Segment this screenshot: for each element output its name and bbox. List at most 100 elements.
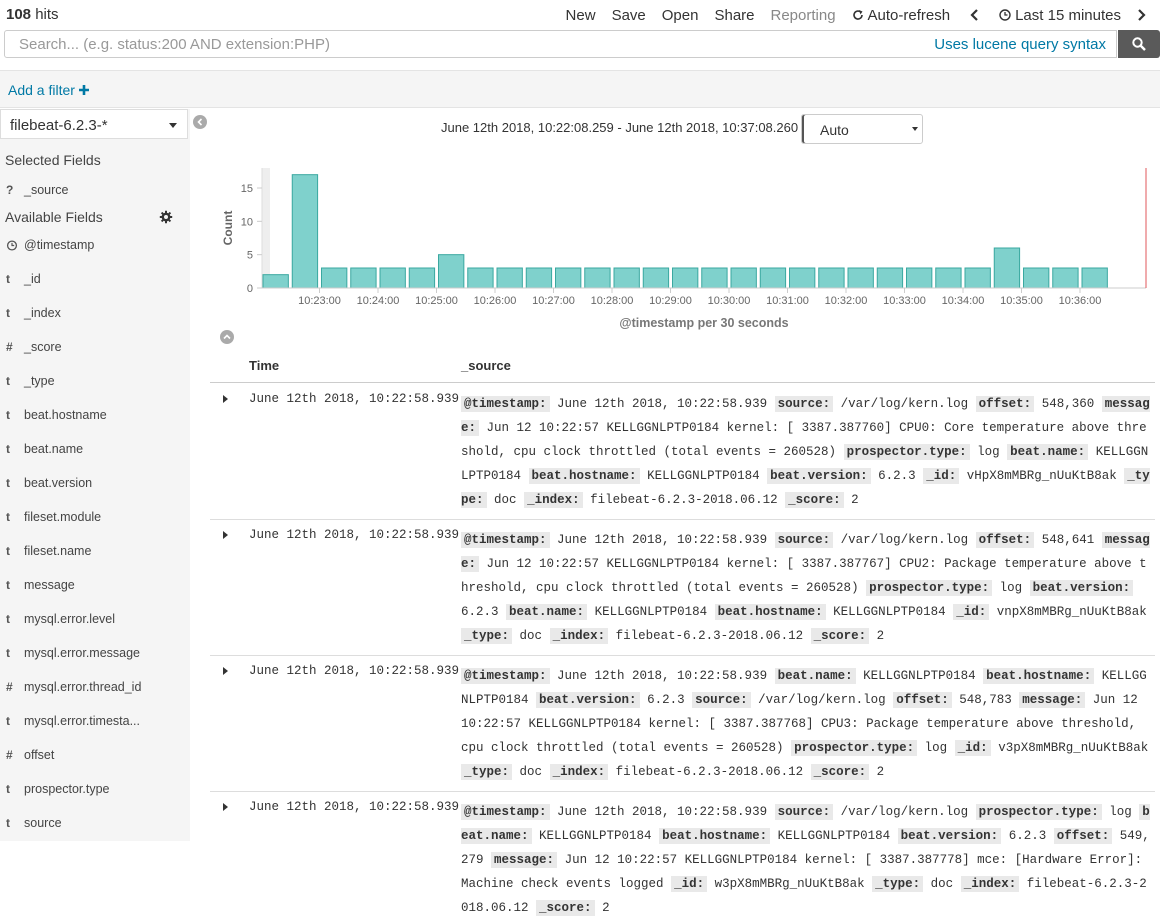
search-input[interactable]: [17, 35, 901, 54]
lucene-syntax-link[interactable]: Uses lucene query syntax: [934, 36, 1106, 53]
field-item[interactable]: t mysql.error.message: [0, 642, 190, 666]
source-field-key: offset:: [893, 692, 952, 708]
time-picker-label: Last 15 minutes: [1015, 6, 1121, 24]
y-tick-label: 15: [241, 183, 253, 195]
field-item[interactable]: t _type: [0, 370, 190, 394]
selected-fields-title: Selected Fields: [5, 152, 101, 168]
source-field-value: 2: [876, 765, 885, 779]
expand-row-icon[interactable]: [223, 803, 228, 811]
source-field-value: vnpX8mMBRg_nUuKtB8ak: [996, 605, 1147, 619]
field-item[interactable]: t beat.name: [0, 438, 190, 462]
source-field-key: _type:: [872, 876, 924, 892]
reporting-button[interactable]: Reporting: [763, 7, 844, 24]
field-type-icon: t: [6, 578, 10, 592]
collapse-chart-button[interactable]: [220, 330, 234, 344]
field-item[interactable]: # _score: [0, 336, 190, 360]
index-pattern-select[interactable]: filebeat-6.2.3-*: [0, 109, 188, 139]
field-item[interactable]: t fileset.module: [0, 506, 190, 530]
time-back-button[interactable]: [958, 9, 991, 21]
search-button[interactable]: [1118, 30, 1160, 58]
source-field-key: @timestamp:: [461, 804, 550, 820]
source-field-key: offset:: [1053, 828, 1113, 844]
collapse-sidebar-button[interactable]: [193, 115, 207, 129]
time-forward-button[interactable]: [1129, 9, 1160, 21]
index-pattern-value: filebeat-6.2.3-*: [10, 117, 108, 134]
new-button[interactable]: New: [558, 7, 604, 24]
histogram-bar: [818, 267, 845, 289]
source-field-key: message:: [1019, 692, 1086, 708]
histogram-bar: [876, 267, 904, 289]
field-item-source[interactable]: ? _source: [0, 179, 190, 203]
gear-icon[interactable]: [159, 210, 173, 224]
source-field-key: source:: [692, 692, 751, 708]
field-item[interactable]: t mysql.error.timesta...: [0, 710, 190, 734]
x-tick-label: 10:28:00: [591, 295, 634, 307]
histogram-bar: [467, 267, 494, 289]
open-button[interactable]: Open: [654, 7, 707, 24]
auto-refresh-button[interactable]: Auto-refresh: [844, 7, 959, 24]
field-name: fileset.module: [24, 510, 102, 524]
field-item[interactable]: # mysql.error.thread_id: [0, 676, 190, 700]
field-item[interactable]: # offset: [0, 744, 190, 768]
expand-row-icon[interactable]: [223, 531, 228, 539]
field-type-icon: t: [6, 408, 10, 422]
x-tick-label: 10:30:00: [708, 295, 751, 307]
field-type-icon: t: [6, 544, 10, 558]
field-item[interactable]: @timestamp: [0, 234, 190, 258]
field-name: message: [24, 578, 75, 592]
field-type-icon: ?: [6, 183, 14, 197]
histogram-bar: [321, 267, 348, 289]
source-field-value: vHpX8mMBRg_nUuKtB8ak: [966, 469, 1117, 483]
source-field-key: offset:: [975, 532, 1035, 548]
x-tick-label: 10:36:00: [1059, 295, 1102, 307]
clock-icon: [6, 240, 18, 251]
source-field-key: _index:: [549, 764, 609, 780]
source-field-value: June 12th 2018, 10:22:58.939: [557, 533, 768, 547]
source-field-key: @timestamp:: [461, 396, 550, 412]
field-item[interactable]: t fileset.name: [0, 540, 190, 564]
chevron-left-icon: [197, 118, 203, 126]
row-time: June 12th 2018, 10:22:58.939: [249, 800, 460, 814]
source-field-value: doc: [519, 765, 543, 779]
row-source: @timestamp: June 12th 2018, 10:22:58.939…: [461, 528, 1151, 648]
interval-value: Auto: [820, 122, 849, 138]
field-item[interactable]: t prospector.type: [0, 778, 190, 802]
save-button[interactable]: Save: [604, 7, 654, 24]
field-name: _id: [24, 272, 41, 286]
time-picker-button[interactable]: Last 15 minutes: [991, 7, 1129, 24]
field-item[interactable]: t mysql.error.level: [0, 608, 190, 632]
source-field-key: _score:: [536, 900, 595, 916]
source-field-key: beat.hostname:: [659, 828, 771, 844]
field-item[interactable]: t _index: [0, 302, 190, 326]
source-field-key: source:: [774, 396, 834, 412]
plus-icon: [78, 85, 89, 95]
partial-bucket-shade: [262, 168, 270, 288]
add-filter-button[interactable]: Add a filter: [8, 82, 89, 98]
source-field-key: _type:: [461, 764, 513, 780]
row-time: June 12th 2018, 10:22:58.939: [249, 392, 460, 406]
field-item[interactable]: t beat.version: [0, 472, 190, 496]
expand-row-icon[interactable]: [223, 395, 228, 403]
source-field-key: prospector.type:: [975, 804, 1102, 820]
histogram-bar: [1023, 267, 1050, 289]
search-box: Uses lucene query syntax: [4, 30, 1117, 58]
field-name: _type: [24, 374, 55, 388]
table-row: June 12th 2018, 10:22:58.939 @timestamp: …: [210, 383, 1155, 520]
field-item[interactable]: t message: [0, 574, 190, 598]
field-item[interactable]: t _id: [0, 268, 190, 292]
field-item[interactable]: t source: [0, 812, 190, 836]
refresh-icon: [852, 10, 863, 20]
x-tick-label: 10:32:00: [825, 295, 868, 307]
column-header-source[interactable]: _source: [461, 358, 511, 373]
field-item[interactable]: t beat.hostname: [0, 404, 190, 428]
source-field-value: KELLGGNLPTP0184: [647, 469, 760, 483]
field-name: _score: [24, 340, 62, 354]
add-filter-label: Add a filter: [8, 82, 75, 98]
column-header-time[interactable]: Time: [249, 358, 279, 373]
histogram-bar: [964, 267, 991, 289]
share-button[interactable]: Share: [706, 7, 762, 24]
interval-select[interactable]: Auto: [801, 114, 923, 144]
histogram-bar: [847, 267, 874, 289]
row-time: June 12th 2018, 10:22:58.939: [249, 664, 460, 678]
expand-row-icon[interactable]: [223, 667, 228, 675]
